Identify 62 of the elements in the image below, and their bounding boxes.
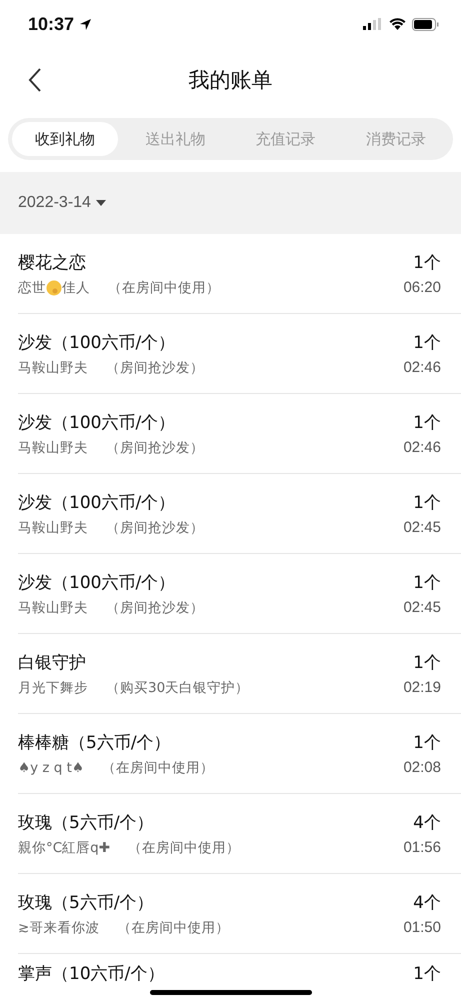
gift-name: 白银守护: [18, 652, 87, 674]
gift-name: 沙发（100六币/个）: [18, 572, 176, 594]
date-filter[interactable]: 2022-3-14: [18, 194, 91, 212]
gift-count: 1个: [413, 652, 441, 674]
location-arrow-icon: [79, 18, 92, 30]
record-time: 01:56: [403, 839, 441, 856]
gift-count: 1个: [413, 572, 441, 594]
usage-note: （房间抢沙发）: [106, 358, 204, 376]
usage-note: （在房间中使用）: [108, 278, 220, 296]
gift-count: 1个: [413, 963, 441, 985]
status-time: 10:37: [28, 14, 74, 34]
dropdown-caret-icon[interactable]: [94, 199, 107, 207]
signal-icon: [363, 18, 383, 30]
battery-icon: [412, 18, 439, 30]
emoji-icon: [46, 280, 62, 296]
record-time: 02:46: [403, 439, 441, 456]
gift-count: 4个: [413, 812, 441, 834]
usage-note: （房间抢沙发）: [106, 518, 204, 536]
gift-count: 1个: [413, 732, 441, 754]
gift-name: 沙发（100六币/个）: [18, 412, 176, 434]
gift-name: 樱花之恋: [18, 252, 87, 274]
record-time: 02:45: [403, 599, 441, 616]
sender-name: 月光下舞步: [18, 678, 88, 696]
sender-name: ≳哥来看你波: [18, 918, 100, 936]
usage-note: （在房间中使用）: [117, 918, 230, 936]
sender-name: 马鞍山野夫: [18, 358, 88, 376]
usage-note: （在房间中使用）: [102, 758, 214, 776]
gift-name: 玫瑰（5六币/个）: [18, 892, 155, 914]
gift-count: 1个: [413, 332, 441, 354]
sender-name: 马鞍山野夫: [18, 518, 88, 536]
wifi-icon: [389, 18, 406, 30]
sender-name: 马鞍山野夫: [18, 438, 88, 456]
record-time: 01:50: [403, 919, 441, 936]
gift-count: 1个: [413, 412, 441, 434]
sender-name: 親你°C紅唇q✚: [18, 838, 110, 856]
gift-name: 沙发（100六币/个）: [18, 492, 176, 514]
usage-note: （房间抢沙发）: [106, 598, 204, 616]
gift-name: 棒棒糖（5六币/个）: [18, 732, 172, 754]
gift-count: 4个: [413, 892, 441, 914]
gift-name: 沙发（100六币/个）: [18, 332, 176, 354]
record-time: 02:08: [403, 759, 441, 776]
record-time: 02:45: [403, 519, 441, 536]
tab[interactable]: 收到礼物: [12, 122, 118, 156]
tab[interactable]: 消费记录: [342, 122, 449, 156]
record-time: 02:19: [403, 679, 441, 696]
record-time: 02:46: [403, 359, 441, 376]
gift-count: 1个: [413, 492, 441, 514]
sender-name: 恋世: [18, 278, 46, 296]
back-icon[interactable]: [28, 68, 42, 92]
gift-name: 掌声（10六币/个）: [18, 963, 164, 985]
page-title: 我的账单: [188, 67, 272, 94]
gift-count: 1个: [413, 252, 441, 274]
sender-name: 马鞍山野夫: [18, 598, 88, 616]
tab[interactable]: 充值记录: [232, 122, 339, 156]
tab[interactable]: 送出礼物: [122, 122, 228, 156]
gift-name: 玫瑰（5六币/个）: [18, 812, 155, 834]
sender-name: 佳人: [62, 278, 90, 296]
sender-name: ♠y z q t♠: [18, 760, 84, 776]
record-time: 06:20: [403, 279, 441, 296]
usage-note: （购买30天白银守护）: [106, 678, 250, 696]
usage-note: （房间抢沙发）: [106, 438, 204, 456]
usage-note: （在房间中使用）: [128, 838, 240, 856]
